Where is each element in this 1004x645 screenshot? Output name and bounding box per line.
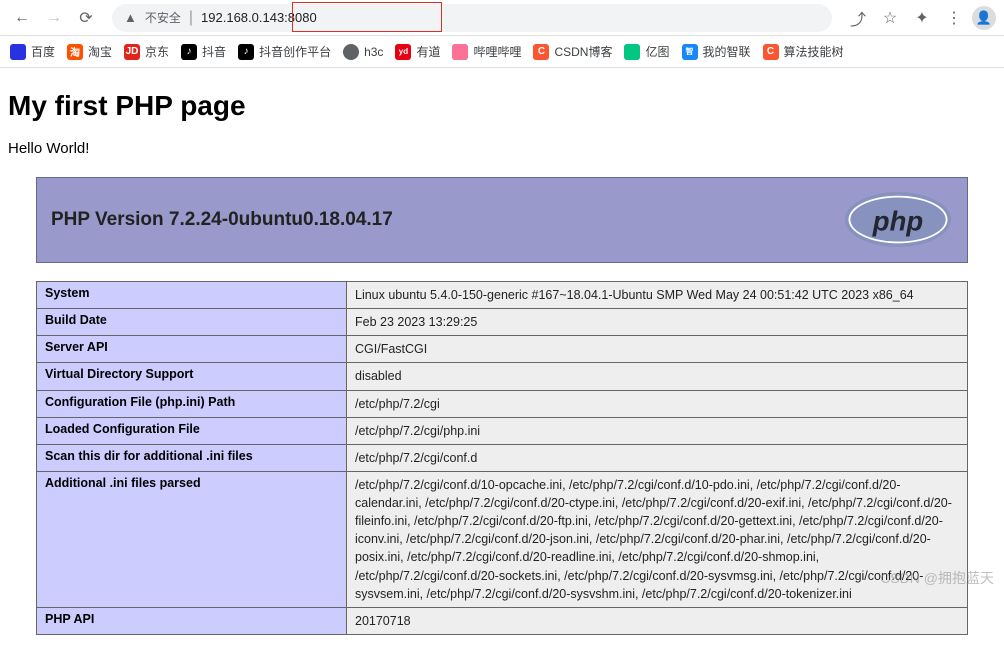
bookmark-label: 有道 xyxy=(416,43,440,60)
table-key: Additional .ini files parsed xyxy=(37,471,347,607)
table-row: Server APICGI/FastCGI xyxy=(37,336,968,363)
reload-button[interactable]: ⟳ xyxy=(72,4,100,32)
bookmark-icon: C xyxy=(763,44,779,60)
bookmark-label: CSDN博客 xyxy=(554,43,612,60)
table-row: Virtual Directory Supportdisabled xyxy=(37,363,968,390)
phpinfo-table: SystemLinux ubuntu 5.4.0-150-generic #16… xyxy=(36,281,968,635)
browser-toolbar: ← → ⟳ ▲ 不安全 | 192.168.0.143:8080 ⤴ ☆ ✦ ⋮… xyxy=(0,0,1004,36)
table-value: /etc/php/7.2/cgi/conf.d xyxy=(347,444,968,471)
bookmark-label: 算法技能树 xyxy=(784,43,844,60)
bookmark-label: 淘宝 xyxy=(88,43,112,60)
extensions-icon[interactable]: ✦ xyxy=(908,4,936,32)
page-title: My first PHP page xyxy=(8,90,996,122)
bookmark-item[interactable]: 智我的智联 xyxy=(682,43,751,60)
table-key: Build Date xyxy=(37,309,347,336)
bookmark-label: 哔哩哔哩 xyxy=(473,43,521,60)
bookmark-icon: 淘 xyxy=(67,44,83,60)
bookmarks-bar: 百度淘淘宝 JD 京东 ♪ 抖音 ♪ 抖音创作平台 h3c yd 有道 哔哩哔哩 C CSDN博客 亿图智… xyxy=(0,36,1004,68)
table-row: Scan this dir for additional .ini files/… xyxy=(37,444,968,471)
bookmark-item[interactable]: ♪ 抖音创作平台 xyxy=(238,43,331,60)
table-key: Server API xyxy=(37,336,347,363)
table-value: /etc/php/7.2/cgi xyxy=(347,390,968,417)
bookmark-icon xyxy=(452,44,468,60)
bookmark-item[interactable]: C CSDN博客 xyxy=(533,43,612,60)
bookmark-icon: 智 xyxy=(682,44,698,60)
hello-text: Hello World! xyxy=(8,140,996,157)
bookmark-item[interactable]: ♪ 抖音 xyxy=(181,43,226,60)
forward-button[interactable]: → xyxy=(40,4,68,32)
bookmark-item[interactable]: 百度 xyxy=(10,43,55,60)
share-icon[interactable]: ⤴ xyxy=(844,4,872,32)
table-key: Virtual Directory Support xyxy=(37,363,347,390)
bookmark-icon: yd xyxy=(395,44,411,60)
table-row: Build DateFeb 23 2023 13:29:25 xyxy=(37,309,968,336)
url-text: 192.168.0.143:8080 xyxy=(201,10,820,25)
table-key: PHP API xyxy=(37,607,347,634)
warning-icon: ▲ xyxy=(124,10,137,25)
bookmark-icon: ♪ xyxy=(181,44,197,60)
bookmark-item[interactable]: JD 京东 xyxy=(124,43,169,60)
bookmark-icon xyxy=(343,44,359,60)
table-value: Linux ubuntu 5.4.0-150-generic #167~18.0… xyxy=(347,282,968,309)
bookmark-item[interactable]: 亿图 xyxy=(624,43,669,60)
bookmark-icon: JD xyxy=(124,44,140,60)
bookmark-icon xyxy=(10,44,26,60)
php-version-label: PHP Version 7.2.24-0ubuntu0.18.04.17 xyxy=(51,209,393,231)
php-logo: php xyxy=(843,190,953,250)
bookmark-item[interactable]: h3c xyxy=(343,44,383,60)
table-row: PHP API20170718 xyxy=(37,607,968,634)
table-row: Configuration File (php.ini) Path/etc/ph… xyxy=(37,390,968,417)
bookmark-icon: ♪ xyxy=(238,44,254,60)
insecure-label: 不安全 xyxy=(145,9,181,26)
bookmark-label: 京东 xyxy=(145,43,169,60)
table-value: CGI/FastCGI xyxy=(347,336,968,363)
table-value: 20170718 xyxy=(347,607,968,634)
php-header: PHP Version 7.2.24-0ubuntu0.18.04.17 php xyxy=(36,177,968,263)
table-value: /etc/php/7.2/cgi/conf.d/10-opcache.ini, … xyxy=(347,471,968,607)
table-value: /etc/php/7.2/cgi/php.ini xyxy=(347,417,968,444)
table-value: Feb 23 2023 13:29:25 xyxy=(347,309,968,336)
bookmark-label: 百度 xyxy=(31,43,55,60)
bookmark-label: 抖音 xyxy=(202,43,226,60)
back-button[interactable]: ← xyxy=(8,4,36,32)
table-key: System xyxy=(37,282,347,309)
bookmark-item[interactable]: C 算法技能树 xyxy=(763,43,844,60)
menu-icon[interactable]: ⋮ xyxy=(940,4,968,32)
table-row: SystemLinux ubuntu 5.4.0-150-generic #16… xyxy=(37,282,968,309)
page-content: My first PHP page Hello World! PHP Versi… xyxy=(0,68,1004,645)
bookmark-label: h3c xyxy=(364,45,383,59)
address-bar[interactable]: ▲ 不安全 | 192.168.0.143:8080 xyxy=(112,4,832,32)
bookmark-label: 我的智联 xyxy=(703,43,751,60)
star-icon[interactable]: ☆ xyxy=(876,4,904,32)
bookmark-icon: C xyxy=(533,44,549,60)
bookmark-label: 亿图 xyxy=(645,43,669,60)
table-key: Loaded Configuration File xyxy=(37,417,347,444)
table-value: disabled xyxy=(347,363,968,390)
svg-text:php: php xyxy=(872,206,923,237)
table-row: Additional .ini files parsed/etc/php/7.2… xyxy=(37,471,968,607)
bookmark-item[interactable]: 淘淘宝 xyxy=(67,43,112,60)
table-key: Scan this dir for additional .ini files xyxy=(37,444,347,471)
bookmark-item[interactable]: yd 有道 xyxy=(395,43,440,60)
profile-avatar[interactable]: 👤 xyxy=(972,6,996,30)
bookmark-label: 抖音创作平台 xyxy=(259,43,331,60)
bookmark-icon xyxy=(624,44,640,60)
table-row: Loaded Configuration File/etc/php/7.2/cg… xyxy=(37,417,968,444)
bookmark-item[interactable]: 哔哩哔哩 xyxy=(452,43,521,60)
table-key: Configuration File (php.ini) Path xyxy=(37,390,347,417)
